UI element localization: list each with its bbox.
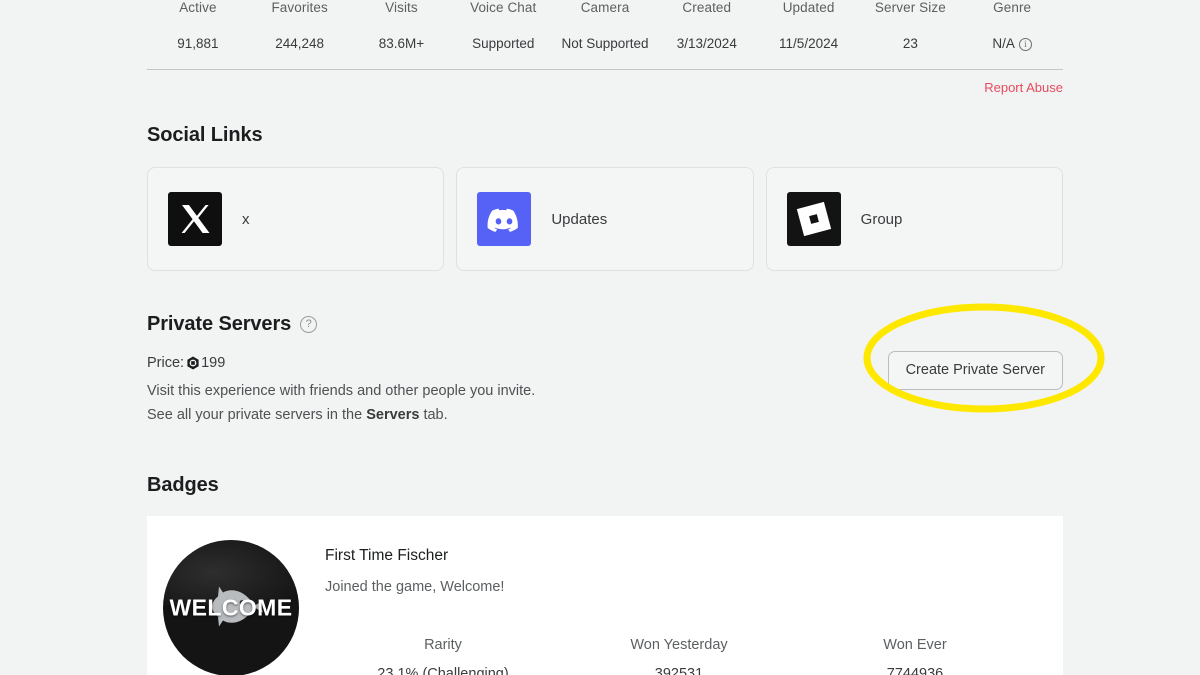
create-private-server-button[interactable]: Create Private Server bbox=[888, 351, 1063, 390]
badge-stat-value: 23.1% (Challenging) bbox=[325, 665, 561, 675]
private-servers-title: Private Servers bbox=[147, 313, 291, 336]
content-column: Active 91,881 Favorites 244,248 Visits 8… bbox=[147, 0, 1063, 675]
report-abuse-link[interactable]: Report Abuse bbox=[984, 80, 1063, 96]
game-detail-page: Active 91,881 Favorites 244,248 Visits 8… bbox=[0, 0, 1200, 675]
info-icon[interactable] bbox=[1019, 38, 1032, 51]
stat-favorites: Favorites 244,248 bbox=[249, 0, 351, 52]
servers-tab-link[interactable]: Servers bbox=[366, 407, 419, 423]
stat-created: Created 3/13/2024 bbox=[656, 0, 758, 52]
social-card-label: Updates bbox=[551, 211, 607, 228]
experience-stats-row: Active 91,881 Favorites 244,248 Visits 8… bbox=[147, 0, 1063, 52]
badge-stat-won-yesterday: Won Yesterday 392531 bbox=[561, 636, 797, 675]
description-line-2: See all your private servers in the Serv… bbox=[147, 403, 1063, 427]
robux-icon bbox=[186, 356, 200, 370]
stat-label: Server Size bbox=[859, 0, 961, 16]
stat-value-wrapper: N/A bbox=[961, 36, 1063, 52]
stat-label: Voice Chat bbox=[452, 0, 554, 16]
stat-active: Active 91,881 bbox=[147, 0, 249, 52]
badge-image-text: WELCOME bbox=[163, 595, 299, 622]
stat-label: Active bbox=[147, 0, 249, 16]
price-label: Price: bbox=[147, 355, 184, 371]
badge-stat-label: Rarity bbox=[325, 636, 561, 654]
price-value: 199 bbox=[201, 355, 225, 371]
badge-card[interactable]: WELCOME First Time Fischer Joined the ga… bbox=[147, 516, 1063, 675]
stat-genre: Genre N/A bbox=[961, 0, 1063, 52]
badge-stat-label: Won Yesterday bbox=[561, 636, 797, 654]
badge-stat-value: 7744936 bbox=[797, 665, 1033, 675]
stat-value: 244,248 bbox=[249, 36, 351, 52]
stat-label: Camera bbox=[554, 0, 656, 16]
stat-server-size: Server Size 23 bbox=[859, 0, 961, 52]
private-server-action: Create Private Server bbox=[888, 351, 1063, 390]
social-card-label: Group bbox=[861, 211, 903, 228]
badge-stat-rarity: Rarity 23.1% (Challenging) bbox=[325, 636, 561, 675]
stat-label: Updated bbox=[758, 0, 860, 16]
badge-stat-won-ever: Won Ever 7744936 bbox=[797, 636, 1033, 675]
social-card-discord[interactable]: Updates bbox=[456, 167, 753, 271]
badge-stat-value: 392531 bbox=[561, 665, 797, 675]
stat-label: Created bbox=[656, 0, 758, 16]
discord-logo-icon bbox=[477, 192, 531, 246]
badges-title: Badges bbox=[147, 474, 219, 497]
stat-camera: Camera Not Supported bbox=[554, 0, 656, 52]
stat-value: 91,881 bbox=[147, 36, 249, 52]
description-line-2-after: tab. bbox=[419, 407, 447, 423]
badge-description: Joined the game, Welcome! bbox=[325, 577, 1033, 597]
stat-value: 11/5/2024 bbox=[758, 36, 860, 52]
social-links-heading: Social Links bbox=[147, 124, 1063, 147]
stat-voice-chat: Voice Chat Supported bbox=[452, 0, 554, 52]
stat-value: 3/13/2024 bbox=[656, 36, 758, 52]
badge-stat-label: Won Ever bbox=[797, 636, 1033, 654]
stat-updated: Updated 11/5/2024 bbox=[758, 0, 860, 52]
stat-value: 83.6M+ bbox=[351, 36, 453, 52]
stat-visits: Visits 83.6M+ bbox=[351, 0, 453, 52]
badges-heading: Badges bbox=[147, 474, 1063, 497]
social-card-group[interactable]: Group bbox=[766, 167, 1063, 271]
roblox-logo-icon bbox=[787, 192, 841, 246]
social-links-title: Social Links bbox=[147, 124, 263, 147]
badge-image: WELCOME bbox=[163, 540, 299, 675]
private-servers-heading: Private Servers bbox=[147, 313, 1063, 336]
private-servers-section: Private Servers Price: 199 Visit this ex… bbox=[147, 313, 1063, 431]
social-card-label: x bbox=[242, 211, 250, 228]
stat-value: N/A bbox=[992, 36, 1015, 52]
stat-value: Not Supported bbox=[554, 36, 656, 52]
x-logo-icon bbox=[168, 192, 222, 246]
badge-stats-row: Rarity 23.1% (Challenging) Won Yesterday… bbox=[325, 636, 1033, 675]
stat-value: Supported bbox=[452, 36, 554, 52]
section-divider bbox=[147, 69, 1063, 70]
description-line-2-before: See all your private servers in the bbox=[147, 407, 366, 423]
badge-name: First Time Fischer bbox=[325, 546, 1033, 566]
help-circle-icon[interactable] bbox=[300, 316, 317, 333]
social-card-x[interactable]: x bbox=[147, 167, 444, 271]
stat-label: Genre bbox=[961, 0, 1063, 16]
stat-value: 23 bbox=[859, 36, 961, 52]
stat-label: Visits bbox=[351, 0, 453, 16]
stat-label: Favorites bbox=[249, 0, 351, 16]
badge-body: First Time Fischer Joined the game, Welc… bbox=[325, 540, 1033, 675]
social-links-grid: x Updates Group bbox=[147, 167, 1063, 271]
report-abuse-row: Report Abuse bbox=[147, 80, 1063, 96]
